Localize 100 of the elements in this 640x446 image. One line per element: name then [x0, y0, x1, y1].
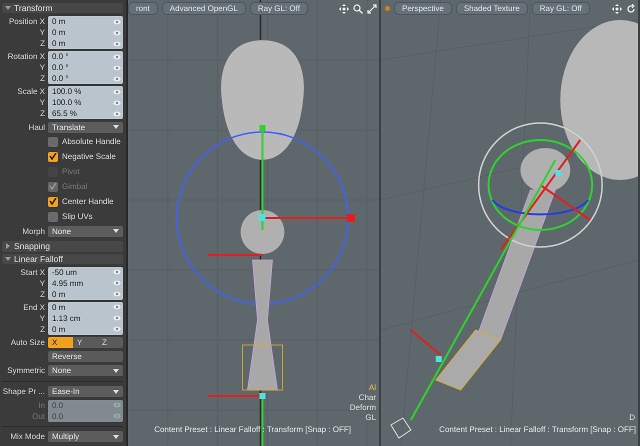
caret-icon [113, 229, 119, 234]
field-label: Morph [21, 226, 46, 236]
eye-icon[interactable] [113, 269, 121, 276]
field-label: Out [31, 412, 46, 421]
value-field[interactable]: 65.5 % [48, 108, 123, 120]
value-field[interactable]: 0.0 ° [48, 51, 123, 62]
value-field[interactable]: 0 m [48, 16, 123, 28]
caret-icon [113, 368, 119, 373]
value-field[interactable]: 0 m [48, 27, 123, 38]
field-label: In [37, 400, 46, 410]
dropdown[interactable]: Translate [48, 122, 123, 133]
segment-option[interactable]: Y [73, 337, 98, 348]
triangle-down-icon [5, 5, 11, 12]
section-header[interactable]: Snapping [2, 241, 123, 252]
viewport-button[interactable]: Ray GL: Off [532, 2, 590, 15]
eye-icon[interactable] [113, 64, 121, 71]
field-label: Symmetric [6, 366, 46, 376]
overlay-label: Char [358, 393, 376, 402]
value-field[interactable]: 0 m [48, 324, 123, 335]
section-header[interactable]: Linear Falloff [2, 254, 123, 264]
eye-icon[interactable] [113, 304, 121, 310]
triangle-down-icon [5, 256, 11, 262]
eye-icon[interactable] [113, 280, 121, 286]
overlay-label: Deform [350, 403, 376, 412]
overlay-label: D [629, 413, 635, 422]
overlay-label: GL [365, 413, 376, 422]
field-label: Z [39, 290, 46, 299]
eye-icon[interactable] [113, 291, 121, 298]
field-label: Start X [20, 268, 46, 277]
dropdown[interactable]: Multiply [48, 431, 123, 442]
field-label: Y [38, 314, 46, 323]
field-label: Auto Size [10, 338, 46, 348]
reverse-button[interactable]: Reverse [48, 351, 123, 362]
value-field[interactable]: 100.0 % [48, 86, 123, 98]
viewport-button[interactable]: Advanced OpenGL [162, 2, 246, 15]
checkbox[interactable] [48, 196, 58, 207]
checkbox-label: Negative Scale [62, 152, 116, 162]
eye-icon[interactable] [113, 76, 121, 82]
caret-icon [113, 125, 119, 130]
value-field[interactable]: 100.0 % [48, 97, 123, 108]
checkbox-label: Gimbal [62, 182, 88, 192]
value-field[interactable]: -50 um [48, 266, 123, 278]
caret-icon [113, 390, 119, 394]
value-field[interactable]: 0 m [48, 302, 123, 313]
move-icon[interactable] [612, 4, 622, 14]
field-label: Position X [8, 17, 46, 26]
eye-icon[interactable] [113, 326, 121, 332]
expand-icon[interactable] [367, 4, 378, 14]
field-label: Y [38, 98, 46, 108]
value-field[interactable]: 4.95 mm [48, 278, 123, 289]
viewport[interactable]: ront Advanced OpenGL Ray GL: Off Al Char Deform GL Content Preset : Linear Falloff : Transform [Snap : OFF] [128, 0, 382, 446]
viewport-button[interactable]: Ray GL: Off [250, 2, 308, 15]
eye-icon[interactable] [113, 88, 121, 95]
checkbox[interactable] [48, 136, 58, 147]
value-field[interactable]: 0 m [48, 38, 123, 50]
viewport-button[interactable]: ront [128, 2, 158, 15]
value-field[interactable]: 1.13 cm [48, 312, 123, 324]
checkbox-label: Pivot [62, 167, 80, 176]
section-header[interactable]: Transform [2, 3, 123, 14]
checkbox[interactable] [48, 152, 58, 162]
segment-option[interactable]: Z [98, 337, 123, 348]
dropdown[interactable]: None [48, 365, 123, 376]
rotate-icon[interactable] [626, 4, 636, 14]
field-label: Z [39, 39, 46, 48]
checkbox-label: Slip UVs [62, 212, 93, 222]
eye-icon[interactable] [113, 18, 121, 25]
status-dot-icon [385, 6, 390, 11]
checkbox-label: Absolute Handle [62, 137, 121, 146]
viewport-button[interactable]: Shaded Texture [456, 2, 528, 15]
viewport-button[interactable]: Perspective [394, 2, 452, 15]
value-field[interactable]: 0 m [48, 288, 123, 300]
eye-icon[interactable] [113, 110, 121, 117]
field-label: End X [22, 302, 46, 312]
field-label: Z [39, 74, 46, 84]
overlay-label: Al [368, 383, 376, 392]
status-text: Content Preset : Linear Falloff : Transform [Snap : OFF] [439, 425, 636, 434]
status-text: Content Preset : Linear Falloff : Transform [Snap : OFF] [154, 425, 352, 434]
checkbox-label: Center Handle [62, 197, 114, 206]
eye-icon[interactable] [113, 100, 121, 106]
field-label: Rotation X [6, 52, 46, 62]
value-field[interactable]: 0.0 ° [48, 62, 123, 74]
eye-icon[interactable] [113, 30, 121, 36]
field-label: Y [38, 278, 46, 288]
field-label: Shape Pr ... [2, 387, 46, 396]
eye-icon[interactable] [113, 54, 121, 60]
search-icon[interactable] [353, 4, 364, 14]
field-label: Scale X [16, 87, 46, 96]
eye-icon[interactable] [113, 315, 121, 322]
checkbox[interactable] [48, 212, 58, 222]
eye-icon[interactable] [113, 40, 121, 47]
viewport[interactable]: Perspective Shaded Texture Ray GL: Off D Content Preset : Linear Falloff : Transform [Snap : OFF] [381, 0, 640, 446]
caret-icon [113, 434, 119, 439]
value-field[interactable]: 0.0 ° [48, 73, 123, 84]
field-label: Mix Mode [9, 432, 46, 442]
field-label: Y [38, 28, 46, 38]
move-icon[interactable] [339, 4, 350, 14]
dropdown[interactable]: Ease-In [48, 386, 123, 398]
dropdown[interactable]: None [48, 226, 123, 237]
field-label: Z [39, 109, 46, 118]
segment-option[interactable]: X [48, 337, 73, 348]
